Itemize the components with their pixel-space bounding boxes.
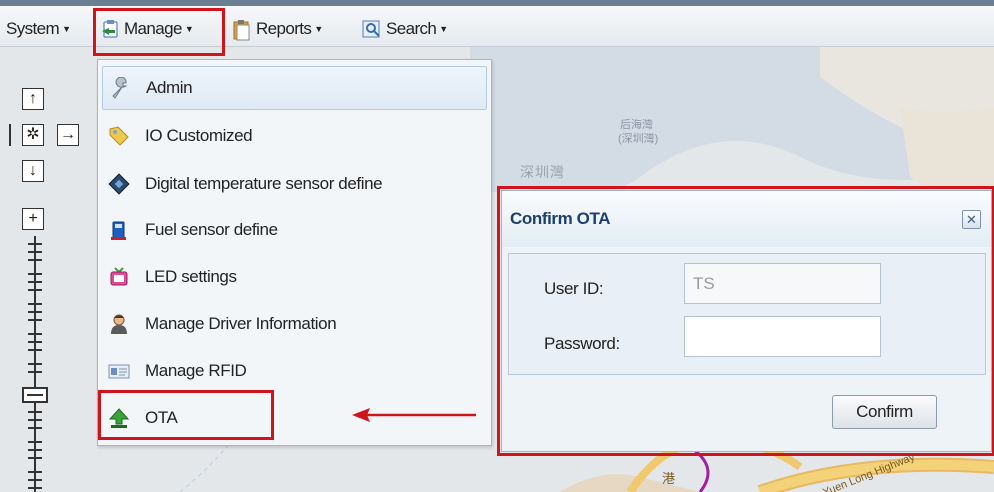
pan-right-button[interactable]: → (57, 124, 79, 146)
menu-item-fuel-sensor[interactable]: Fuel sensor define (102, 208, 487, 252)
chevron-down-icon: ▼ (439, 24, 448, 34)
manage-highlight-annotation (93, 8, 225, 56)
password-input[interactable] (684, 316, 881, 357)
chevron-down-icon: ▼ (62, 24, 71, 34)
menu-item-manage-driver[interactable]: Manage Driver Information (102, 302, 487, 346)
menu-search[interactable]: Search ▼ (362, 16, 448, 42)
menu-item-io-customized-label: IO Customized (145, 126, 253, 145)
driver-icon (108, 313, 130, 335)
red-arrow-annotation (352, 408, 476, 422)
password-label: Password: (544, 334, 620, 353)
menu-item-manage-driver-label: Manage Driver Information (145, 314, 337, 333)
tv-icon (108, 266, 130, 288)
menu-system-label: System (6, 19, 60, 38)
menu-item-digital-temperature-label: Digital temperature sensor define (145, 174, 383, 193)
dialog-title-bar[interactable]: Confirm OTA (502, 191, 991, 247)
map-label-place: 深圳灣 (520, 164, 565, 180)
menu-system[interactable]: System ▼ (6, 16, 71, 42)
dialog-form: User ID: Password: (508, 253, 986, 375)
menu-item-led-settings[interactable]: LED settings (102, 255, 487, 299)
zoom-slider[interactable] (22, 236, 48, 492)
ota-highlight-annotation (98, 390, 274, 440)
menu-item-manage-rfid-label: Manage RFID (145, 361, 247, 380)
zoom-in-button[interactable]: + (22, 208, 44, 230)
close-icon[interactable]: ✕ (962, 210, 981, 229)
tag-icon (108, 125, 130, 147)
menu-item-digital-temperature[interactable]: Digital temperature sensor define (102, 162, 487, 206)
dialog-title: Confirm OTA (510, 209, 611, 228)
pan-down-button[interactable]: ↓ (22, 160, 44, 182)
menu-search-label: Search (386, 19, 437, 38)
menu-item-manage-rfid[interactable]: Manage RFID (102, 349, 487, 393)
map-label-bay: 后海灣 (620, 119, 653, 131)
chevron-down-icon: ▼ (314, 24, 323, 34)
map-label-road-char: 港 (662, 471, 676, 486)
menu-reports-label: Reports (256, 19, 312, 38)
confirm-button[interactable]: Confirm (832, 395, 937, 429)
sensor-chip-icon (108, 173, 130, 195)
pan-up-button[interactable]: ↑ (22, 88, 44, 110)
manage-dropdown-menu: Admin IO Customized Digital temperature … (97, 59, 492, 446)
magnifier-icon (362, 19, 382, 39)
pan-center-button[interactable]: ✲ (22, 124, 44, 146)
menu-item-fuel-sensor-label: Fuel sensor define (145, 220, 278, 239)
fuel-pump-icon (108, 219, 130, 241)
wrench-icon (109, 76, 131, 99)
menu-reports[interactable]: Reports ▼ (232, 16, 323, 42)
menu-item-admin[interactable]: Admin (102, 66, 487, 110)
map-label-bay-sub: (深圳灣) (618, 133, 659, 145)
id-card-icon (108, 360, 130, 382)
confirm-ota-dialog: Confirm OTA ✕ User ID: Password: Confirm (501, 190, 992, 452)
pan-left-edge (9, 124, 13, 146)
user-id-label: User ID: (544, 279, 604, 298)
menu-item-io-customized[interactable]: IO Customized (102, 114, 487, 158)
clipboard-icon (232, 19, 252, 41)
menu-item-led-settings-label: LED settings (145, 267, 237, 286)
user-id-input[interactable] (684, 263, 881, 304)
menu-item-admin-label: Admin (146, 78, 193, 97)
